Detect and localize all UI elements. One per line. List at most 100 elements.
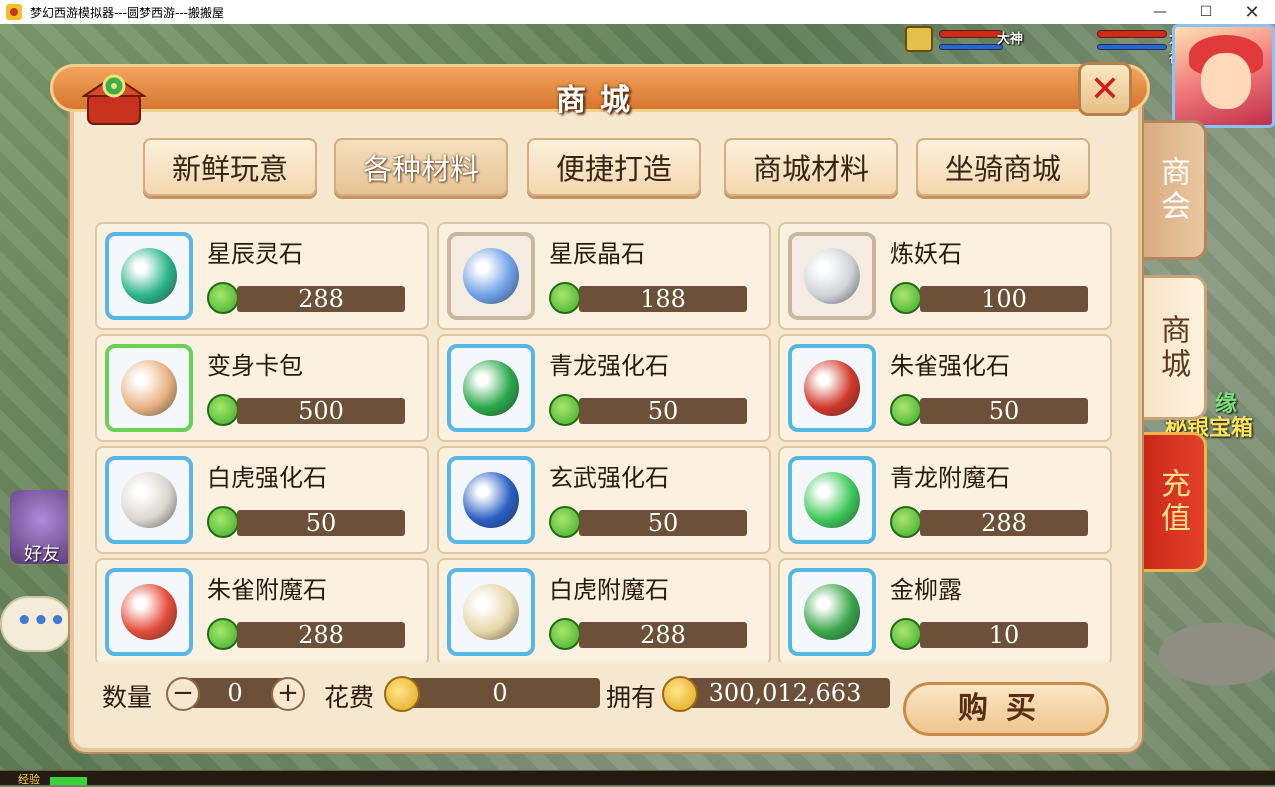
item-price: 500 — [237, 398, 405, 424]
app-icon — [6, 4, 22, 20]
window-title: 梦幻西游模拟器---圆梦西游---搬搬屋 — [30, 5, 224, 20]
gourd-bottle-icon — [804, 584, 860, 640]
quantity-label: 数量 — [102, 683, 153, 712]
item-price: 100 — [920, 286, 1088, 312]
shop-item-card[interactable]: 青龙强化石 50 — [437, 334, 771, 442]
tab-recharge[interactable]: 充值 — [1137, 432, 1207, 572]
minimize-button[interactable]: — — [1137, 0, 1183, 24]
jade-coin-icon — [549, 506, 581, 538]
owned-label: 拥有 — [606, 683, 657, 712]
item-price: 188 — [579, 286, 747, 312]
item-name: 朱雀附魔石 — [207, 576, 327, 604]
shop-item-card[interactable]: 金柳露 10 — [778, 558, 1112, 662]
white-tiger-enchant-icon — [463, 584, 519, 640]
fate-label: 缘 — [1215, 392, 1238, 417]
green-dragon-enchant-icon — [804, 472, 860, 528]
item-slot[interactable] — [447, 456, 535, 544]
green-dragon-stone-icon — [463, 360, 519, 416]
cost-label: 花费 — [324, 683, 375, 712]
item-price: 50 — [237, 510, 405, 536]
item-name: 变身卡包 — [207, 352, 303, 380]
lantern-icon — [82, 74, 146, 125]
experience-bar: 经验 — [0, 770, 1275, 786]
window-titlebar: 梦幻西游模拟器---圆梦西游---搬搬屋 — ☐ ✕ — [0, 0, 1275, 24]
item-name: 青龙附魔石 — [890, 464, 1010, 492]
jade-coin-icon — [890, 506, 922, 538]
item-price: 288 — [237, 622, 405, 648]
status-icon — [905, 26, 933, 52]
item-slot[interactable] — [788, 344, 876, 432]
jade-coin-icon — [207, 506, 239, 538]
item-price: 288 — [579, 622, 747, 648]
item-slot[interactable] — [447, 568, 535, 656]
owned-value: 300,012,663 — [680, 678, 890, 708]
item-name: 金柳露 — [890, 576, 962, 604]
cost-value: 0 — [400, 678, 600, 708]
item-name: 白虎附魔石 — [549, 576, 669, 604]
quantity-minus-button[interactable]: − — [166, 677, 200, 711]
gem-cluster-icon — [121, 248, 177, 304]
tab-category-4[interactable]: 坐骑商城 — [916, 138, 1090, 196]
shop-item-card[interactable]: 白虎强化石 50 — [95, 446, 429, 554]
chat-label: ••• — [16, 606, 66, 636]
tab-category-3[interactable]: 商城材料 — [724, 138, 898, 196]
shop-item-card[interactable]: 星辰晶石 188 — [437, 222, 771, 330]
item-slot[interactable] — [447, 232, 535, 320]
shop-item-card[interactable]: 白虎附魔石 288 — [437, 558, 771, 662]
tab-category-1[interactable]: 各种材料 — [334, 138, 508, 196]
item-price: 50 — [920, 398, 1088, 424]
exp-fill — [50, 777, 87, 785]
badge-label: 大神 — [997, 32, 1024, 47]
close-icon[interactable]: ✕ — [1078, 62, 1132, 116]
item-name: 星辰晶石 — [549, 240, 645, 268]
red-phoenix-stone-icon — [804, 360, 860, 416]
gold-coin-icon — [384, 676, 420, 712]
tab-category-2[interactable]: 便捷打造 — [527, 138, 701, 196]
item-name: 白虎强化石 — [207, 464, 327, 492]
jade-coin-icon — [549, 618, 581, 650]
shop-item-card[interactable]: 朱雀强化石 50 — [778, 334, 1112, 442]
item-slot[interactable] — [788, 232, 876, 320]
jade-coin-icon — [549, 282, 581, 314]
item-price: 288 — [237, 286, 405, 312]
player-avatar[interactable] — [1172, 24, 1275, 128]
item-slot[interactable] — [105, 232, 193, 320]
white-tiger-stone-icon — [121, 472, 177, 528]
tab-category-0[interactable]: 新鲜玩意 — [143, 138, 317, 196]
item-slot[interactable] — [105, 456, 193, 544]
shop-item-card[interactable]: 星辰灵石 288 — [95, 222, 429, 330]
jade-coin-icon — [207, 394, 239, 426]
silver-stone-icon — [804, 248, 860, 304]
shop-item-card[interactable]: 变身卡包 500 — [95, 334, 429, 442]
shop-item-card[interactable]: 炼妖石 100 — [778, 222, 1112, 330]
jade-coin-icon — [890, 394, 922, 426]
quantity-plus-button[interactable]: + — [271, 677, 305, 711]
maximize-button[interactable]: ☐ — [1183, 0, 1229, 24]
shop-item-card[interactable]: 朱雀附魔石 288 — [95, 558, 429, 662]
buy-button[interactable]: 购买 — [903, 682, 1109, 736]
item-slot[interactable] — [105, 568, 193, 656]
item-price: 288 — [920, 510, 1088, 536]
shop-title: 商城 — [556, 83, 644, 118]
item-name: 青龙强化石 — [549, 352, 669, 380]
tab-chamber-of-commerce[interactable]: 商会 — [1137, 120, 1207, 260]
chat-button[interactable]: ••• — [0, 596, 72, 652]
pet-status[interactable]: 大神 大神 — [905, 26, 1182, 66]
item-name: 星辰灵石 — [207, 240, 303, 268]
jade-coin-icon — [207, 618, 239, 650]
jade-coin-icon — [890, 618, 922, 650]
jade-coin-icon — [549, 394, 581, 426]
red-phoenix-enchant-icon — [121, 584, 177, 640]
item-price: 50 — [579, 398, 747, 424]
shop-item-card[interactable]: 玄武强化石 50 — [437, 446, 771, 554]
black-tortoise-stone-icon — [463, 472, 519, 528]
item-slot[interactable] — [788, 456, 876, 544]
item-slot[interactable] — [788, 568, 876, 656]
friends-button[interactable]: 好友 — [10, 490, 74, 565]
shop-item-card[interactable]: 青龙附魔石 288 — [778, 446, 1112, 554]
item-slot[interactable] — [105, 344, 193, 432]
item-slot[interactable] — [447, 344, 535, 432]
close-window-button[interactable]: ✕ — [1229, 0, 1275, 24]
tab-mall[interactable]: 商城 — [1137, 275, 1207, 420]
item-grid: 星辰灵石 288 星辰晶石 188 炼妖石 100 变身卡包 500 青龙强化石 50 朱雀强化石 5… — [95, 222, 1115, 662]
